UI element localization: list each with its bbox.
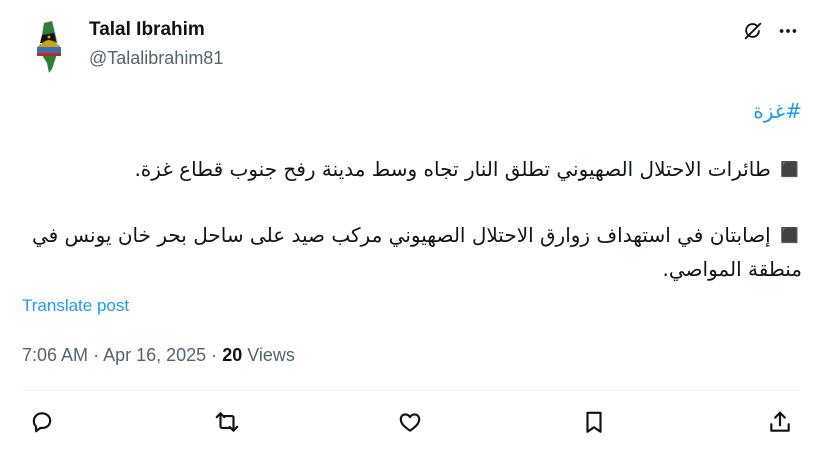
post-text: #غزة ◼️ طائرات الاحتلال الصهيوني تطلق ال… <box>22 94 802 286</box>
translate-post-link[interactable]: Translate post <box>22 295 129 317</box>
bookmark-button[interactable] <box>578 408 610 440</box>
reply-icon <box>29 409 55 440</box>
grok-icon[interactable] <box>740 18 766 44</box>
post-paragraph: ◼️ طائرات الاحتلال الصهيوني تطلق النار ت… <box>134 157 802 181</box>
like-button[interactable] <box>394 408 426 440</box>
meta-separator: · <box>93 345 100 365</box>
retweet-icon <box>214 409 240 440</box>
hashtag-link[interactable]: #غزة <box>753 99 802 123</box>
like-icon <box>397 409 423 440</box>
meta-separator: · <box>211 345 218 365</box>
share-button[interactable] <box>764 408 796 440</box>
share-icon <box>767 409 793 440</box>
reply-button[interactable] <box>26 408 58 440</box>
author-name[interactable]: Talal Ibrahim <box>89 18 205 42</box>
post-paragraph: ◼️ إصابتان في استهداف زوارق الاحتلال الص… <box>31 223 802 281</box>
post-time[interactable]: 7:06 AM <box>22 345 88 365</box>
bookmark-icon <box>581 409 607 440</box>
author-handle[interactable]: @Talalibrahim81 <box>89 46 223 70</box>
divider <box>22 390 800 391</box>
post-meta: 7:06 AM · Apr 16, 2025 · 20 Views <box>22 343 295 367</box>
post-date[interactable]: Apr 16, 2025 <box>103 345 206 365</box>
retweet-button[interactable] <box>211 408 243 440</box>
views-label: Views <box>247 345 295 365</box>
more-icon[interactable] <box>775 18 801 44</box>
views-count: 20 <box>222 345 243 365</box>
avatar[interactable] <box>22 17 80 75</box>
